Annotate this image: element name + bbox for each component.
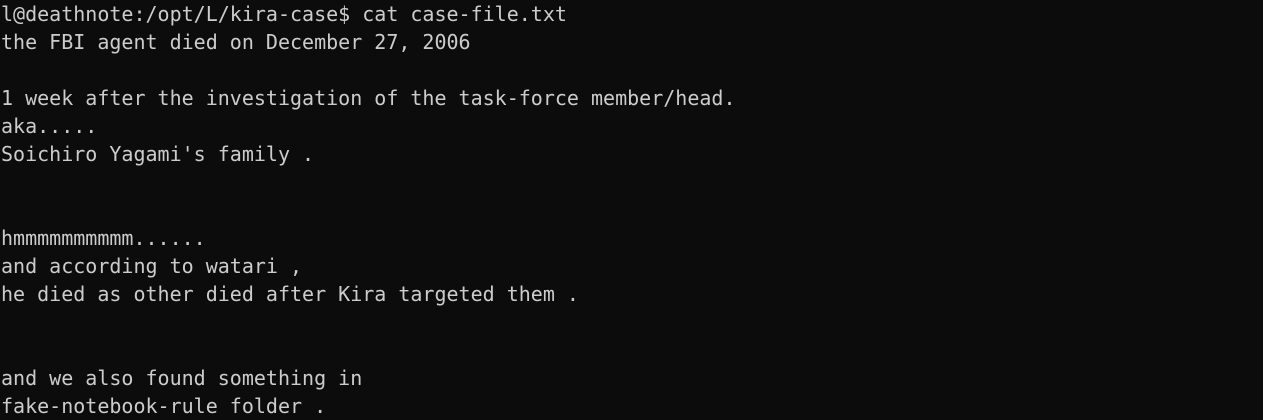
- output-line: he died as other died after Kira targete…: [1, 282, 579, 306]
- output-line: hmmmmmmmmmm......: [1, 226, 206, 250]
- output-line: fake-notebook-rule folder .: [1, 394, 327, 418]
- output-line: 1 week after the investigation of the ta…: [1, 86, 736, 110]
- output-line: the FBI agent died on December 27, 2006: [1, 30, 471, 54]
- output-line: aka.....: [1, 114, 98, 138]
- output-line: and we also found something in: [1, 366, 363, 390]
- output-line: Soichiro Yagami's family .: [1, 142, 315, 166]
- terminal-window[interactable]: l@deathnote:/opt/L/kira-case$ cat case-f…: [0, 0, 1263, 419]
- output-line: and according to watari ,: [1, 254, 303, 278]
- prompt-line: l@deathnote:/opt/L/kira-case$ cat case-f…: [1, 2, 567, 26]
